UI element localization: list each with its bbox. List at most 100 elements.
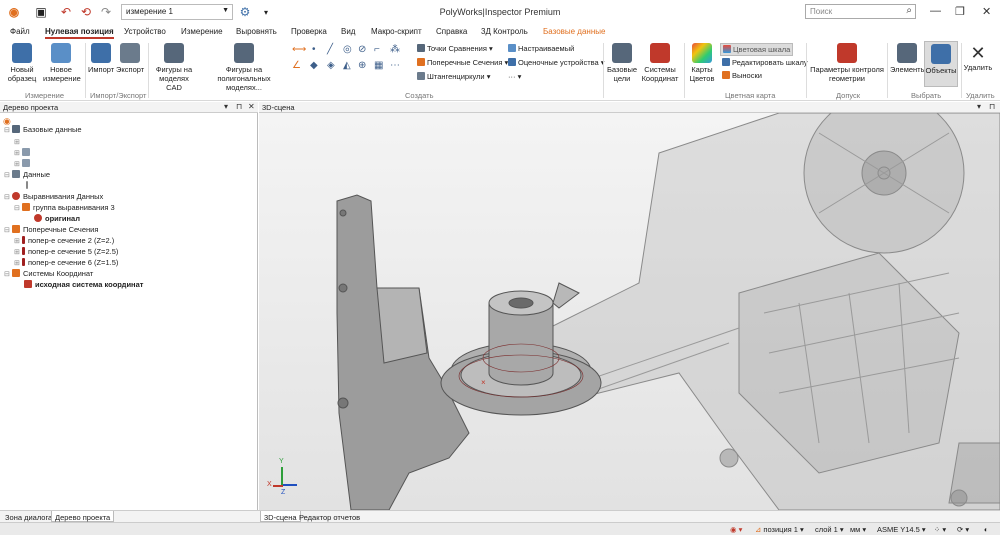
tree-item-alignment-group[interactable]: ⊟ группа выравнивания 3 [14, 203, 115, 212]
tab-3d-scene[interactable]: 3D-сцена [260, 511, 301, 522]
coord-systems-label: Системы Координат [641, 65, 679, 83]
geom-control-button[interactable]: Параметры контроля геометрии [810, 43, 884, 83]
tree-item-data-child[interactable] [26, 181, 31, 190]
tab-reference-data[interactable]: Базовые данные [543, 27, 605, 36]
tree-item-original[interactable]: оригинал [34, 214, 80, 223]
cad-shapes-button[interactable]: Фигуры на моделях CAD [152, 43, 196, 92]
delete-button[interactable]: ✕ Удалить [963, 43, 993, 72]
plane-icon[interactable]: ◆ [310, 60, 318, 71]
tree-item-coord-systems[interactable]: ⊟ Системы Координат [4, 269, 93, 278]
import-button[interactable]: Импорт [88, 43, 114, 74]
device-status-icon[interactable]: ◉ ▾ [730, 525, 742, 534]
angle-icon[interactable]: ∠ [292, 60, 301, 71]
tab-device[interactable]: Устройство [124, 27, 166, 36]
standard-select[interactable]: ASME Y14.5 ▾ [877, 525, 926, 534]
tab-help[interactable]: Справка [436, 27, 467, 36]
tree-item-section[interactable]: ⊞ попер-е сечение 5 (Z=2.5) [14, 247, 118, 256]
tab-macro[interactable]: Макро-скрипт [371, 27, 422, 36]
color-maps-label: Карты Цветов [689, 65, 715, 83]
cross-sections-button[interactable]: Поперечные Сечения ▾ [417, 58, 508, 67]
color-maps-button[interactable]: Карты Цветов [688, 43, 716, 83]
tab-3d-control[interactable]: 3Д Контроль [481, 27, 528, 36]
edit-scale-label: Редактировать шкалу [732, 58, 808, 67]
new-measurement-button[interactable]: Новое измерение [43, 43, 81, 83]
tab-measure[interactable]: Измерение [181, 27, 223, 36]
callouts-button[interactable]: Выноски [722, 71, 762, 80]
layer-select[interactable]: слой 1 ▾ [815, 525, 844, 534]
tree-item-ref-child[interactable]: ⊞ [14, 159, 33, 168]
title-bar: ◉ ▣ ↶ ⟲ ↷ измерение 1 ▼ ⚙ ▾ PolyWorks|In… [0, 0, 1000, 24]
sphere-icon[interactable]: ⊕ [358, 60, 366, 71]
toggle-icon[interactable]: ◐ [984, 525, 989, 534]
eval-devices-label: Оценочные устройства [518, 58, 599, 67]
surface-icon[interactable]: ▦ [374, 60, 383, 71]
curve-icon[interactable]: ⌐ [374, 44, 380, 55]
cone-icon[interactable]: ◭ [343, 60, 351, 71]
more-icon[interactable]: ⋯ [390, 60, 400, 71]
custom-button[interactable]: Настраиваемый [508, 44, 574, 53]
new-sample-button[interactable]: Новый образец [4, 43, 40, 83]
pin-icon[interactable]: ▾ [977, 102, 981, 111]
objects-button[interactable]: Объекты [924, 41, 958, 87]
tree-item-reference-data[interactable]: ⊟ Базовые данные [4, 125, 82, 134]
tab-dialog-zone[interactable]: Зона диалога [2, 513, 55, 522]
tab-project-tree[interactable]: Дерево проекта [51, 511, 115, 522]
calipers-button[interactable]: Штангенциркули ▾ [417, 72, 490, 81]
close-icon[interactable]: ✕ [982, 5, 991, 18]
more-tools-button[interactable]: ··· ▾ [508, 72, 521, 81]
section-icon [22, 247, 25, 255]
objects-label: Объекты [925, 66, 957, 75]
tree-item-alignments[interactable]: ⊟ Выравнивания Данных [4, 192, 103, 201]
tree-item-section[interactable]: ⊞ попер-е сечение 6 (Z=1.5) [14, 258, 118, 267]
eval-devices-button[interactable]: Оценочные устройства ▾ [508, 58, 605, 67]
more-features-icon[interactable]: ⁂ [390, 44, 400, 55]
edit-scale-button[interactable]: Редактировать шкалу [722, 58, 808, 67]
line-icon[interactable]: ╱ [327, 44, 333, 55]
tree-item-data[interactable]: ⊟ Данные [4, 170, 50, 179]
coord-systems-button[interactable]: Системы Координат [641, 43, 679, 83]
tree-item-original-cs[interactable]: исходная система координат [24, 280, 143, 289]
tree-item-ref-child[interactable]: ⊞ [14, 137, 22, 146]
minimize-icon[interactable]: — [930, 5, 941, 17]
slot-icon[interactable]: ⊘ [358, 44, 366, 55]
tab-align[interactable]: Выровнять [236, 27, 277, 36]
tree-item-cross-sections[interactable]: ⊟ Поперечные Сечения [4, 225, 98, 234]
point-icon[interactable]: • [312, 44, 316, 55]
circle-icon[interactable]: ◎ [343, 44, 352, 55]
collapse-icon: ⊟ [4, 172, 10, 179]
poly-shapes-button[interactable]: Фигуры на полигональных моделях... [200, 43, 288, 92]
refresh-icon[interactable]: ⟳ ▾ [957, 525, 969, 534]
cylinder-icon[interactable]: ◈ [327, 60, 335, 71]
position-select[interactable]: ⊿ позиция 1 ▾ [755, 525, 804, 534]
tab-view[interactable]: Вид [341, 27, 355, 36]
ribbon-divider [85, 43, 86, 98]
close-panel-icon[interactable]: ✕ [248, 102, 255, 111]
edit-scale-icon [722, 58, 730, 66]
reference-data-icon [12, 125, 20, 133]
distance-icon[interactable]: ⟷ [292, 44, 306, 55]
pin-icon[interactable]: ▾ [224, 102, 228, 111]
tree-item-ref-child[interactable]: ⊞ [14, 148, 33, 157]
import-label: Импорт [88, 65, 115, 74]
tab-inspect[interactable]: Проверка [291, 27, 327, 36]
export-button[interactable]: Экспорт [116, 43, 144, 74]
tab-report-editor[interactable]: Редактор отчетов [296, 513, 363, 522]
tree-item-label: Выравнивания Данных [23, 192, 104, 201]
search-input[interactable]: Поиск ⌕ [805, 4, 916, 19]
color-scale-button[interactable]: Цветовая шкала [720, 43, 794, 56]
tree-item-section[interactable]: ⊞ попер-е сечение 2 (Z=2.) [14, 236, 114, 245]
snap-icon[interactable]: ⁘ ▾ [934, 525, 946, 534]
elements-button[interactable]: Элементы [890, 43, 926, 74]
ribbon-divider [806, 43, 807, 98]
3d-viewport[interactable]: × Y X Z [259, 113, 1000, 510]
pin-panel-icon[interactable]: ⊓ [236, 102, 242, 111]
maximize-icon[interactable]: ❐ [955, 5, 965, 18]
units-select[interactable]: мм ▾ [850, 525, 866, 534]
tab-file[interactable]: Файл [10, 27, 30, 36]
tab-home[interactable]: Нулевая позиция [45, 27, 114, 39]
coord-systems-icon [12, 269, 20, 277]
base-targets-button[interactable]: Базовые цели [606, 43, 638, 83]
pin-panel-icon[interactable]: ⊓ [989, 102, 995, 111]
compare-points-button[interactable]: Точки Сравнения ▾ [417, 44, 493, 53]
elements-icon [897, 43, 917, 63]
